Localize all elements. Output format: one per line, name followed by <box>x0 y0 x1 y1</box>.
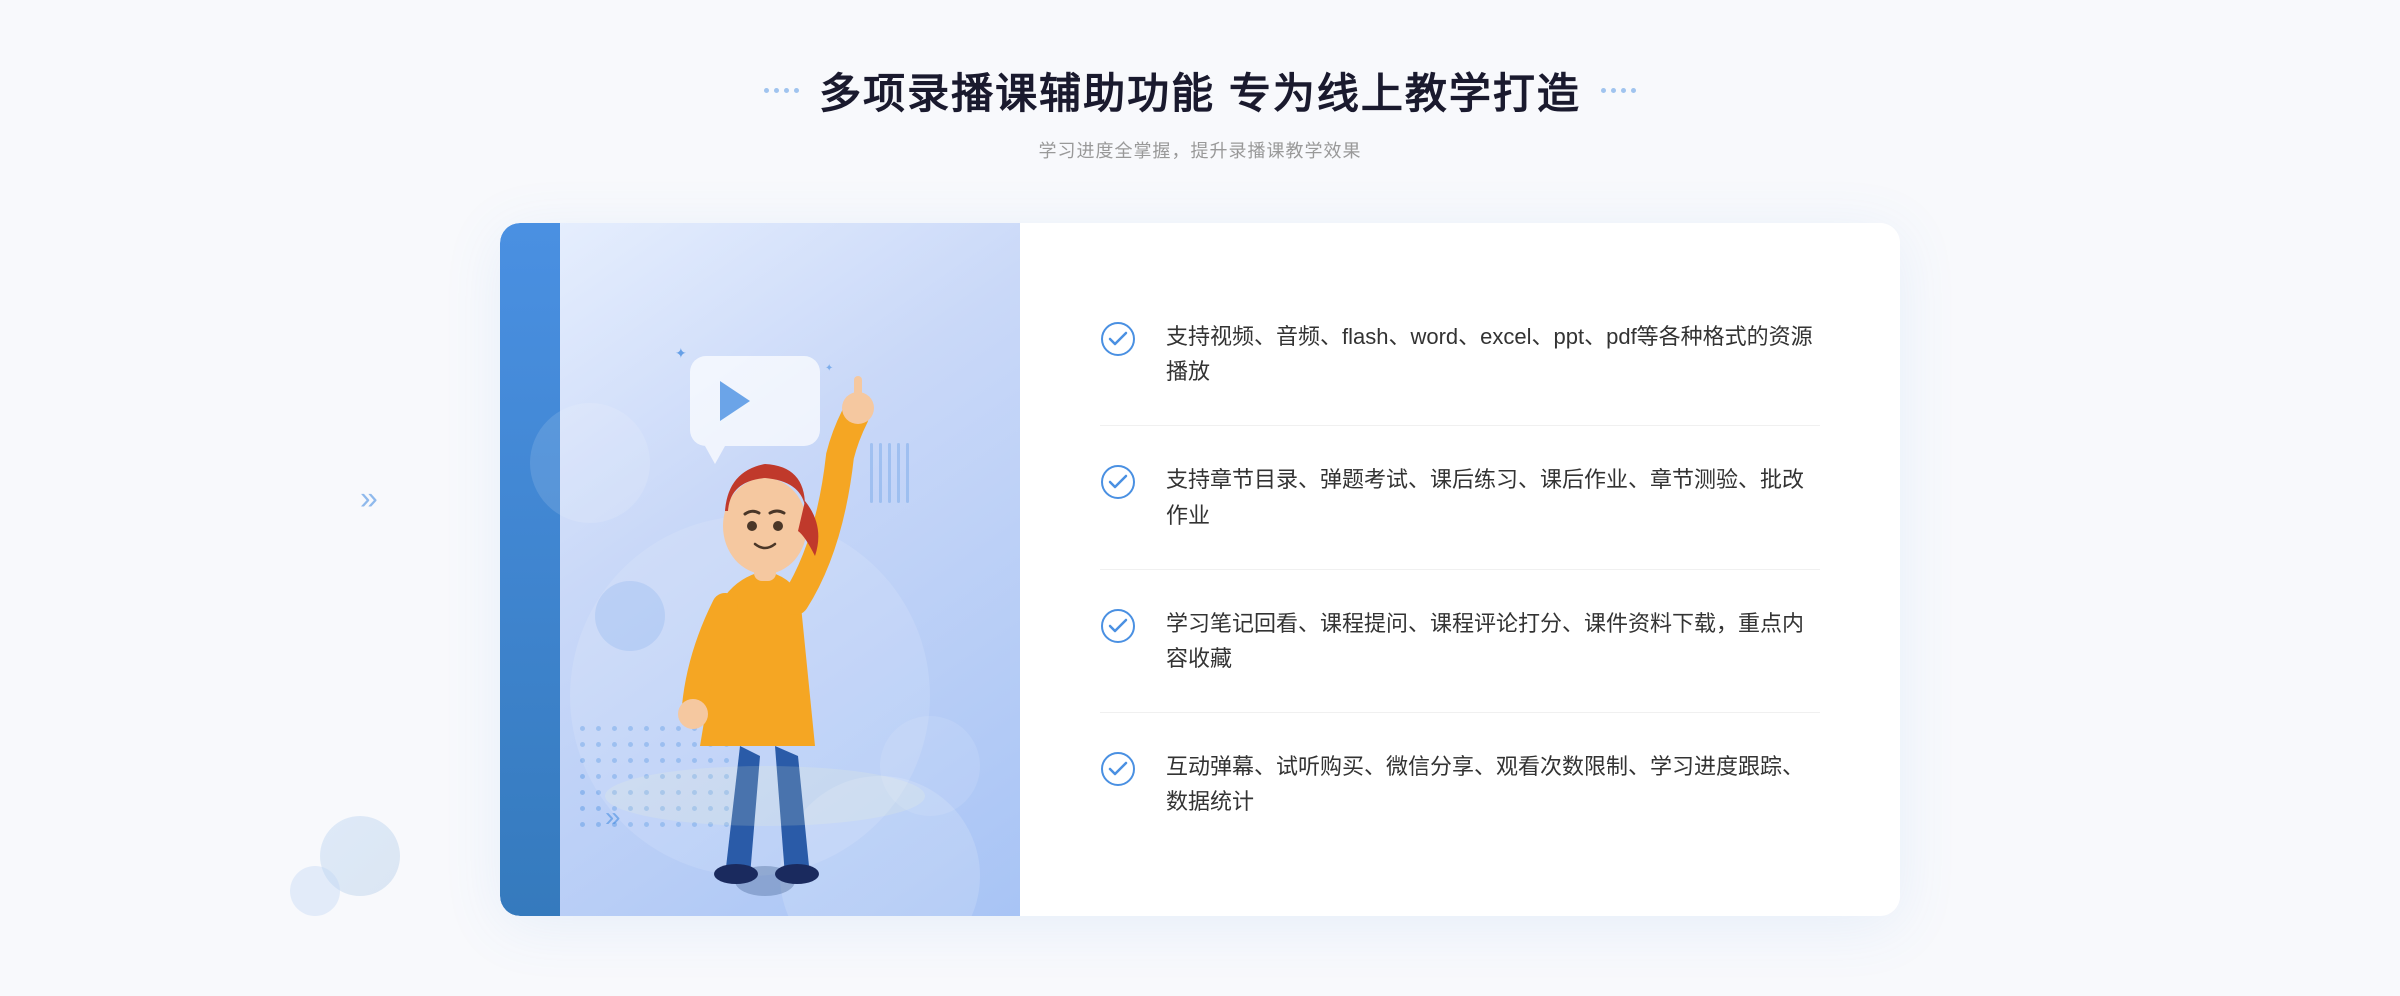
feature-item-3: 学习笔记回看、课程提问、课程评论打分、课件资料下载，重点内容收藏 <box>1100 570 1820 713</box>
svg-text:✦: ✦ <box>825 363 833 374</box>
right-features-panel: 支持视频、音频、flash、word、excel、ppt、pdf等各种格式的资源… <box>1020 223 1900 916</box>
feature-item-2: 支持章节目录、弹题考试、课后练习、课后作业、章节测验、批改作业 <box>1100 426 1820 569</box>
svg-text:✦: ✦ <box>675 345 687 361</box>
main-title: 多项录播课辅助功能 专为线上教学打造 <box>819 60 1581 121</box>
check-icon-4 <box>1100 751 1136 787</box>
check-icon-1 <box>1100 321 1136 357</box>
sub-title: 学习进度全掌握，提升录播课教学效果 <box>764 137 1636 163</box>
illustration-svg: ✦ ✦ <box>550 316 980 916</box>
feature-text-1: 支持视频、音频、flash、word、excel、ppt、pdf等各种格式的资源… <box>1166 319 1820 389</box>
header-section: 多项录播课辅助功能 专为线上教学打造 学习进度全掌握，提升录播课教学效果 <box>764 60 1636 163</box>
content-area: ✦ ✦ <box>500 223 1900 916</box>
check-icon-3 <box>1100 608 1136 644</box>
page-container: » 多项录播课辅助功能 专为线上教学打造 学习进度全掌握，提升录播课教学效果 <box>0 0 2400 996</box>
feature-item-4: 互动弹幕、试听购买、微信分享、观看次数限制、学习进度跟踪、数据统计 <box>1100 713 1820 855</box>
feature-text-3: 学习笔记回看、课程提问、课程评论打分、课件资料下载，重点内容收藏 <box>1166 606 1820 676</box>
svg-text:»: » <box>605 801 621 832</box>
check-icon-2 <box>1100 464 1136 500</box>
left-illustration-panel: ✦ ✦ <box>500 223 1020 916</box>
feature-text-2: 支持章节目录、弹题考试、课后练习、课后作业、章节测验、批改作业 <box>1166 462 1820 532</box>
left-arrow-decoration: » <box>360 479 378 516</box>
feature-item-1: 支持视频、音频、flash、word、excel、ppt、pdf等各种格式的资源… <box>1100 283 1820 426</box>
bottom-circle-light-decoration <box>290 866 340 916</box>
header-decoration: 多项录播课辅助功能 专为线上教学打造 <box>764 60 1636 121</box>
header-dots-right <box>1601 88 1636 93</box>
feature-text-4: 互动弹幕、试听购买、微信分享、观看次数限制、学习进度跟踪、数据统计 <box>1166 749 1820 819</box>
header-dots-left <box>764 88 799 93</box>
